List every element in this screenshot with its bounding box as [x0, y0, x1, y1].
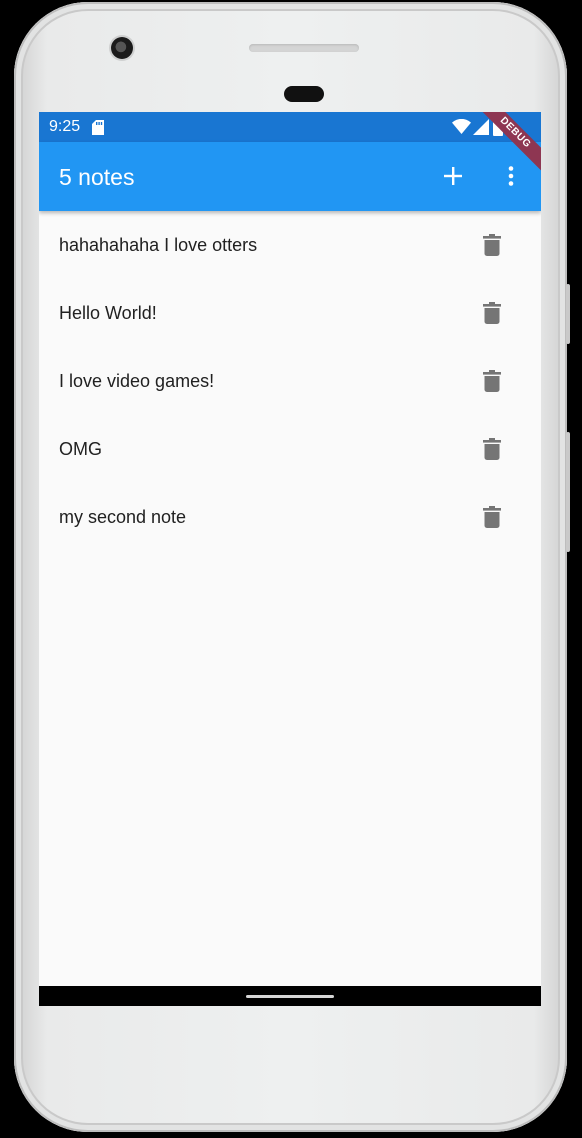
navigation-bar — [39, 986, 541, 1006]
note-item[interactable]: hahahahaha I love otters — [39, 211, 541, 279]
phone-screen: 9:25 5 notes DEBUG hahahahaha I love ott… — [39, 112, 541, 1006]
earpiece-speaker — [249, 44, 359, 52]
note-item[interactable]: OMG — [39, 415, 541, 483]
status-bar: 9:25 — [39, 112, 541, 142]
sd-card-icon — [92, 120, 104, 135]
volume-button — [566, 432, 570, 552]
battery-icon — [493, 117, 503, 136]
note-item[interactable]: my second note — [39, 483, 541, 551]
delete-icon — [483, 506, 501, 528]
note-item[interactable]: Hello World! — [39, 279, 541, 347]
delete-icon — [483, 438, 501, 460]
delete-icon — [483, 302, 501, 324]
add-note-button[interactable] — [436, 159, 470, 193]
note-text: Hello World! — [59, 303, 157, 323]
note-text: hahahahaha I love otters — [59, 235, 258, 255]
note-list: hahahahaha I love otters Hello World! I … — [39, 211, 541, 551]
front-camera — [111, 37, 133, 59]
note-text: OMG — [59, 439, 102, 459]
delete-note-button[interactable] — [478, 502, 506, 532]
note-text: my second note — [59, 507, 187, 527]
delete-note-button[interactable] — [478, 366, 506, 396]
note-item[interactable]: I love video games! — [39, 347, 541, 415]
add-icon — [444, 167, 462, 185]
app-bar: 5 notes — [39, 142, 541, 211]
home-gesture-handle[interactable] — [246, 995, 334, 998]
note-text: I love video games! — [59, 371, 215, 391]
delete-note-button[interactable] — [478, 434, 506, 464]
more-options-button[interactable] — [496, 159, 526, 193]
status-time: 9:25 — [49, 118, 81, 135]
wifi-icon — [452, 119, 471, 134]
more-vert-icon — [508, 166, 514, 186]
cell-signal-icon — [473, 119, 489, 135]
delete-icon — [483, 370, 501, 392]
power-button — [566, 284, 570, 344]
proximity-sensor — [284, 86, 324, 102]
app-title: 5 notes — [59, 164, 135, 190]
delete-note-button[interactable] — [478, 230, 506, 260]
delete-icon — [483, 234, 501, 256]
delete-note-button[interactable] — [478, 298, 506, 328]
